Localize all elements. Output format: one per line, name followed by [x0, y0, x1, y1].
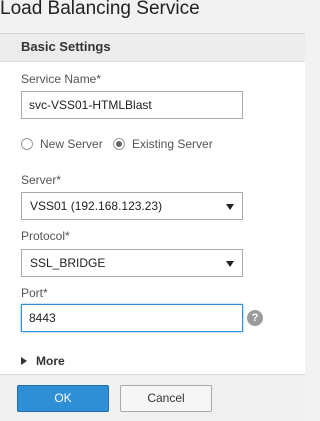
- service-name-input[interactable]: [21, 91, 243, 119]
- server-type-radio-group: New Server Existing Server: [21, 136, 301, 154]
- more-label: More: [36, 354, 65, 368]
- new-server-radio-label: New Server: [40, 137, 103, 151]
- section-header: Basic Settings: [0, 34, 305, 62]
- port-input[interactable]: [21, 304, 243, 332]
- dropdown-arrow-icon: [226, 204, 234, 210]
- service-name-label: Service Name*: [21, 72, 102, 86]
- server-select-value: VSS01 (192.168.123.23): [30, 199, 163, 213]
- protocol-select-value: SSL_BRIDGE: [30, 256, 106, 270]
- server-label: Server*: [21, 173, 62, 187]
- section-title: Basic Settings: [21, 39, 111, 54]
- port-label: Port*: [21, 286, 48, 300]
- server-select[interactable]: VSS01 (192.168.123.23): [21, 192, 243, 220]
- ok-button[interactable]: OK: [17, 385, 109, 412]
- existing-server-radio[interactable]: Existing Server: [113, 136, 233, 154]
- cancel-button[interactable]: Cancel: [120, 385, 212, 412]
- help-icon[interactable]: ?: [247, 310, 263, 326]
- existing-server-radio-circle[interactable]: [113, 138, 125, 150]
- new-server-radio[interactable]: New Server: [21, 136, 111, 154]
- dialog-footer: OK Cancel: [0, 374, 305, 421]
- more-toggle[interactable]: More: [21, 352, 141, 370]
- dialog-panel: Basic Settings Service Name* New Server …: [0, 33, 305, 421]
- dialog-title: Load Balancing Service: [0, 0, 200, 19]
- new-server-radio-circle[interactable]: [21, 138, 33, 150]
- protocol-select[interactable]: SSL_BRIDGE: [21, 249, 243, 277]
- caret-right-icon: [21, 357, 27, 365]
- dropdown-arrow-icon: [226, 261, 234, 267]
- existing-server-radio-label: Existing Server: [132, 137, 213, 151]
- protocol-label: Protocol*: [21, 229, 70, 243]
